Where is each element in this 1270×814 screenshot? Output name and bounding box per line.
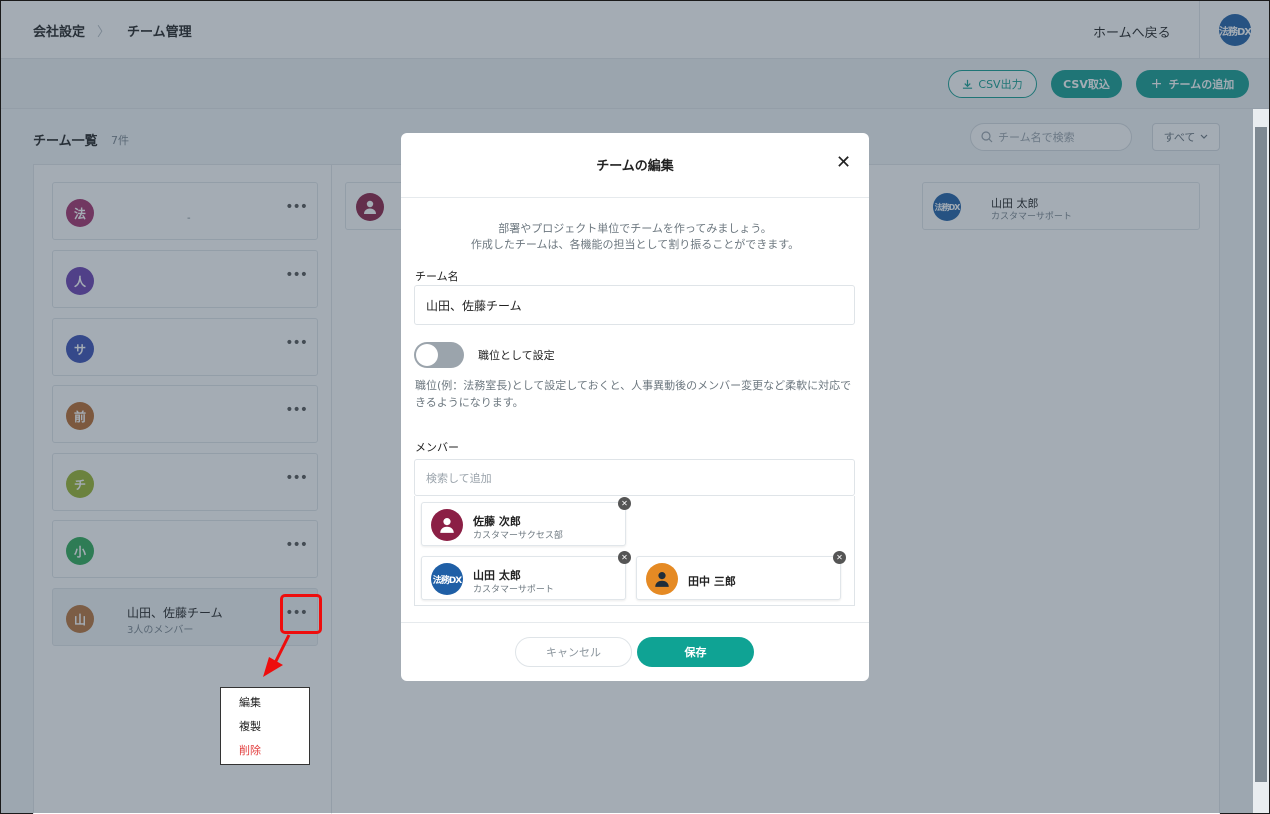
annotation-arrow-icon [263,634,291,677]
remove-member-icon[interactable]: ✕ [618,551,631,564]
brand-logo-avatar: 法務DX [431,563,463,595]
member-search-input[interactable]: 検索して追加 [414,459,855,496]
modal-footer [401,622,869,681]
toggle-knob [416,344,438,366]
intro-line-2: 作成したチームは、各機能の担当として割り振ることができます。 [470,238,800,251]
remove-member-icon[interactable]: ✕ [618,497,631,510]
context-menu-edit[interactable]: 編集 [239,694,261,710]
member-dept: カスタマーサクセス部 [473,531,563,541]
member-name: 田中 三郎 [688,575,736,588]
modal-title: チームの編集 [596,159,674,174]
member-avatar [646,563,678,595]
context-menu-duplicate[interactable]: 複製 [239,718,261,734]
scrollbar-thumb[interactable] [1255,127,1267,782]
member-chip-area: 佐藤 次郎 カスタマーサクセス部 ✕ 法務DX 山田 太郎 カスタマーサポート … [414,496,855,606]
person-icon [440,518,454,533]
member-search-placeholder: 検索して追加 [426,471,492,485]
position-toggle-label: 職位として設定 [478,349,555,362]
member-name: 山田 太郎 [473,569,521,582]
member-chip-tanaka: 田中 三郎 ✕ [636,551,846,600]
annotation-highlight-box [280,594,322,634]
position-help-text: 職位(例：法務室長)として設定しておくと、人事異動後のメンバー変更など柔軟に対応… [415,379,852,409]
member-avatar [431,509,463,541]
intro-line-1: 部署やプロジェクト単位でチームを作ってみましょう。 [498,222,772,235]
member-chip-sato: 佐藤 次郎 カスタマーサクセス部 ✕ [421,497,631,546]
member-name: 佐藤 次郎 [473,515,521,528]
person-icon [655,572,669,587]
members-label: メンバー [415,441,459,454]
close-icon[interactable]: ✕ [836,153,851,173]
context-menu: 編集 複製 削除 [220,687,310,765]
cancel-button[interactable]: キャンセル [515,637,632,667]
remove-member-icon[interactable]: ✕ [833,551,846,564]
modal-intro: 部署やプロジェクト単位でチームを作ってみましょう。 作成したチームは、各機能の担… [401,221,869,253]
context-menu-delete[interactable]: 削除 [239,742,261,758]
team-name-input[interactable]: 山田、佐藤チーム [414,285,855,325]
team-name-label: チーム名 [415,270,459,283]
edit-team-modal: チームの編集 ✕ 部署やプロジェクト単位でチームを作ってみましょう。 作成したチ… [401,133,869,681]
save-button[interactable]: 保存 [637,637,754,667]
member-dept: カスタマーサポート [473,585,554,595]
member-chip-yamada: 法務DX 山田 太郎 カスタマーサポート ✕ [421,551,631,600]
